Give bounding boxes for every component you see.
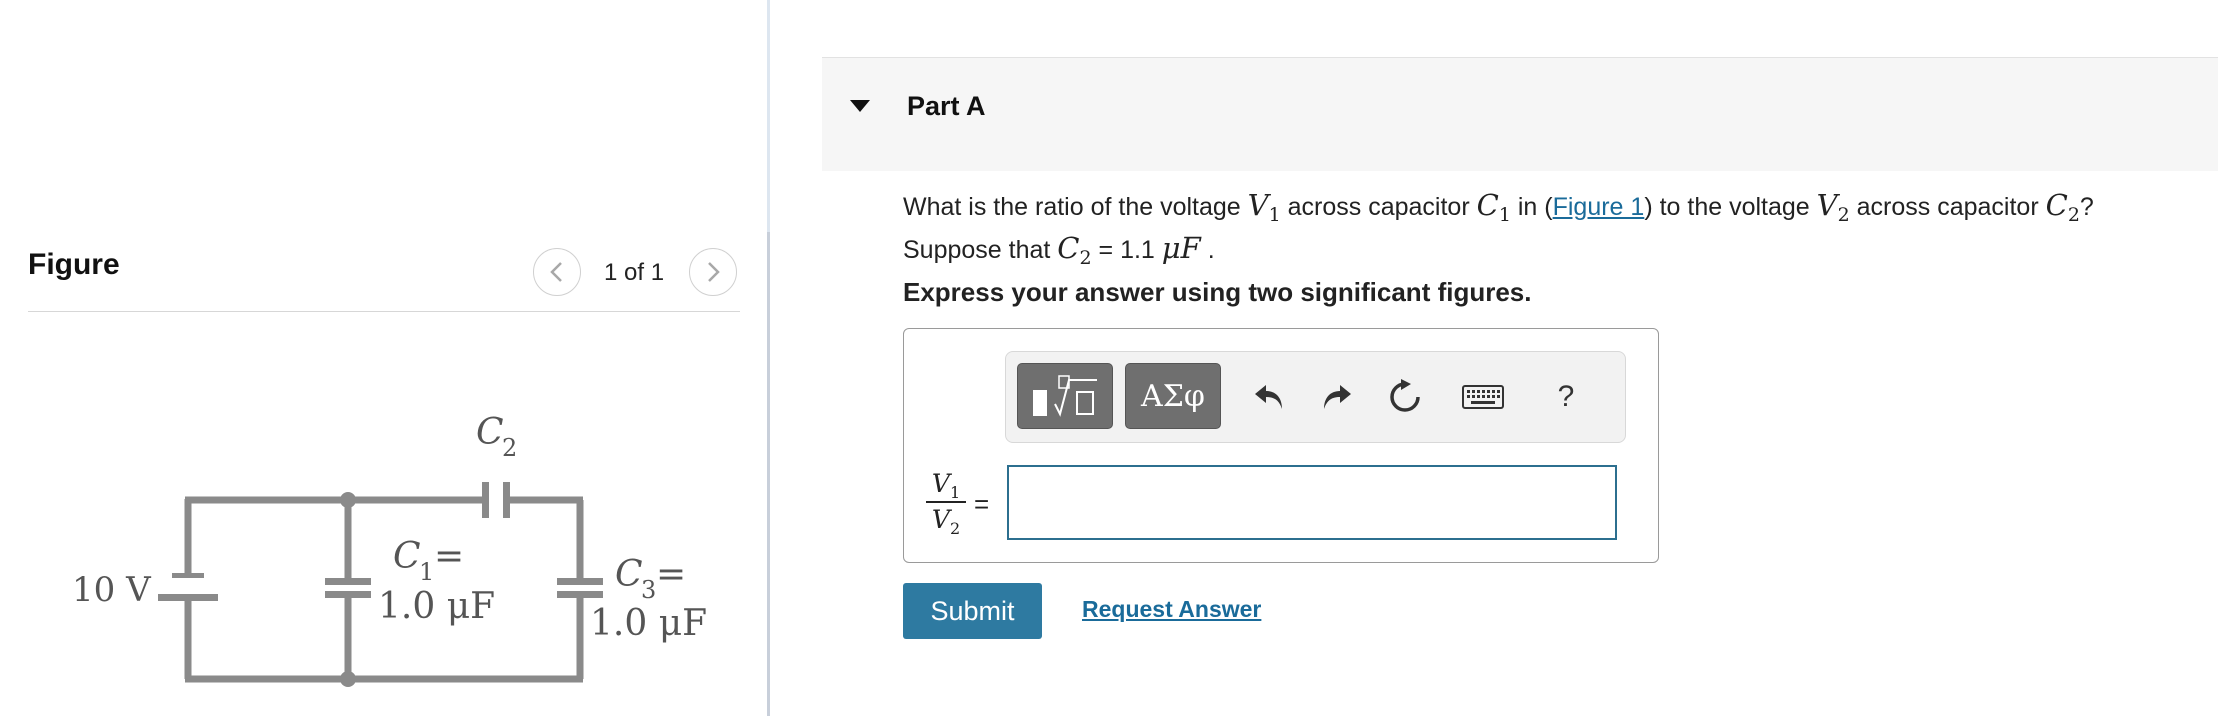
templates-icon <box>1033 375 1097 417</box>
symbols-button[interactable]: ΑΣφ <box>1125 363 1221 429</box>
math-c1-sub: 1 <box>1498 204 1511 226</box>
battery-long-plate <box>158 594 218 601</box>
equals-sign: = <box>974 489 990 519</box>
fraction-numerator: V1 <box>926 469 966 502</box>
c1-plate-top <box>325 578 371 585</box>
battery-short-plate <box>172 573 204 578</box>
question-text: What is the ratio of the voltage V1 acro… <box>903 189 2203 275</box>
math-c1: C <box>1476 188 1499 222</box>
numerator-symbol: V <box>931 469 950 498</box>
instruction-text: Express your answer using two significan… <box>903 277 1532 307</box>
figure-panel: Figure 1 of 1 10 V C 2 C 1 = 1.0 μF C 3 … <box>0 0 768 716</box>
answer-label-fraction: V1 V2 <box>926 469 966 538</box>
reset-button[interactable] <box>1381 374 1429 420</box>
c3-plate-top <box>557 578 603 585</box>
math-v1-sub: 1 <box>1268 204 1281 226</box>
figure-title: Figure <box>28 248 120 281</box>
part-title: Part A <box>907 91 986 121</box>
templates-button[interactable] <box>1017 363 1113 429</box>
submit-button[interactable]: Submit <box>903 583 1042 639</box>
math-v2-sub: 2 <box>1837 204 1850 226</box>
c3-plate-bottom <box>557 591 603 598</box>
question-fragment: across capacitor <box>1280 193 1477 221</box>
undo-icon <box>1255 385 1282 409</box>
keyboard-icon <box>1462 385 1504 409</box>
caret-down-icon[interactable] <box>848 98 872 114</box>
redo-button[interactable] <box>1312 374 1360 420</box>
math-toolbar: ΑΣφ ? <box>1005 351 1626 443</box>
part-header[interactable]: Part A <box>822 57 2218 171</box>
redo-icon <box>1324 385 1351 409</box>
math-c2-given-sub: 2 <box>1079 247 1092 269</box>
chevron-right-icon <box>708 262 720 282</box>
question-fragment: What is the ratio of the voltage <box>903 193 1248 221</box>
fraction-denominator: V2 <box>926 505 966 538</box>
c3-label: C <box>615 554 643 595</box>
math-c2-sub: 2 <box>2067 204 2080 226</box>
question-fragment: Suppose that <box>903 236 1058 264</box>
c2-plate-left <box>482 482 489 518</box>
c1-label: C <box>393 536 421 577</box>
keyboard-button[interactable] <box>1456 374 1510 420</box>
reset-icon <box>1390 379 1420 412</box>
figure-link[interactable]: Figure 1 <box>1553 193 1645 221</box>
undo-button[interactable] <box>1246 374 1294 420</box>
previous-figure-button[interactable] <box>533 248 581 296</box>
figure-pager: 1 of 1 <box>604 259 665 286</box>
c2-sub: 2 <box>502 434 517 462</box>
math-unit: μF <box>1161 231 1201 265</box>
panel-divider-upper <box>767 0 770 232</box>
c3-eq: = <box>656 554 686 595</box>
c2-label: C <box>476 412 504 453</box>
denominator-symbol: V <box>931 505 950 534</box>
math-v1: V <box>1247 188 1269 222</box>
c1-plate-bottom <box>325 591 371 598</box>
c1-eq: = <box>434 536 464 577</box>
c1-value: 1.0 μF <box>378 586 495 627</box>
request-answer-link[interactable]: Request Answer <box>1082 596 1261 623</box>
help-button[interactable]: ? <box>1542 374 1590 420</box>
source-label: 10 V <box>72 570 152 610</box>
answer-box: ΑΣφ ? V1 V2 = <box>903 328 1659 563</box>
question-fragment: = 1.1 <box>1091 236 1162 264</box>
math-c2: C <box>2045 188 2068 222</box>
c1-sub: 1 <box>419 558 434 586</box>
numerator-sub: 1 <box>949 483 961 502</box>
question-fragment: across capacitor <box>1849 193 2046 221</box>
c3-value: 1.0 μF <box>590 603 707 644</box>
question-fragment: ) to the voltage <box>1644 193 1817 221</box>
question-fragment: . <box>1200 236 1215 264</box>
circuit-diagram: 10 V C 2 C 1 = 1.0 μF C 3 = 1.0 μF <box>72 412 707 687</box>
next-figure-button[interactable] <box>689 248 737 296</box>
junction-top <box>340 492 356 508</box>
c2-plate-right <box>503 482 510 518</box>
question-fragment: ? <box>2079 193 2094 221</box>
answer-input[interactable] <box>1007 465 1617 540</box>
figure-divider <box>28 311 740 312</box>
junction-bottom <box>340 671 356 687</box>
question-fragment: in ( <box>1510 193 1553 221</box>
denominator-sub: 2 <box>949 519 961 538</box>
c3-sub: 3 <box>641 576 656 604</box>
math-c2-given: C <box>1057 231 1080 265</box>
chevron-left-icon <box>550 262 562 282</box>
math-v2: V <box>1816 188 1838 222</box>
